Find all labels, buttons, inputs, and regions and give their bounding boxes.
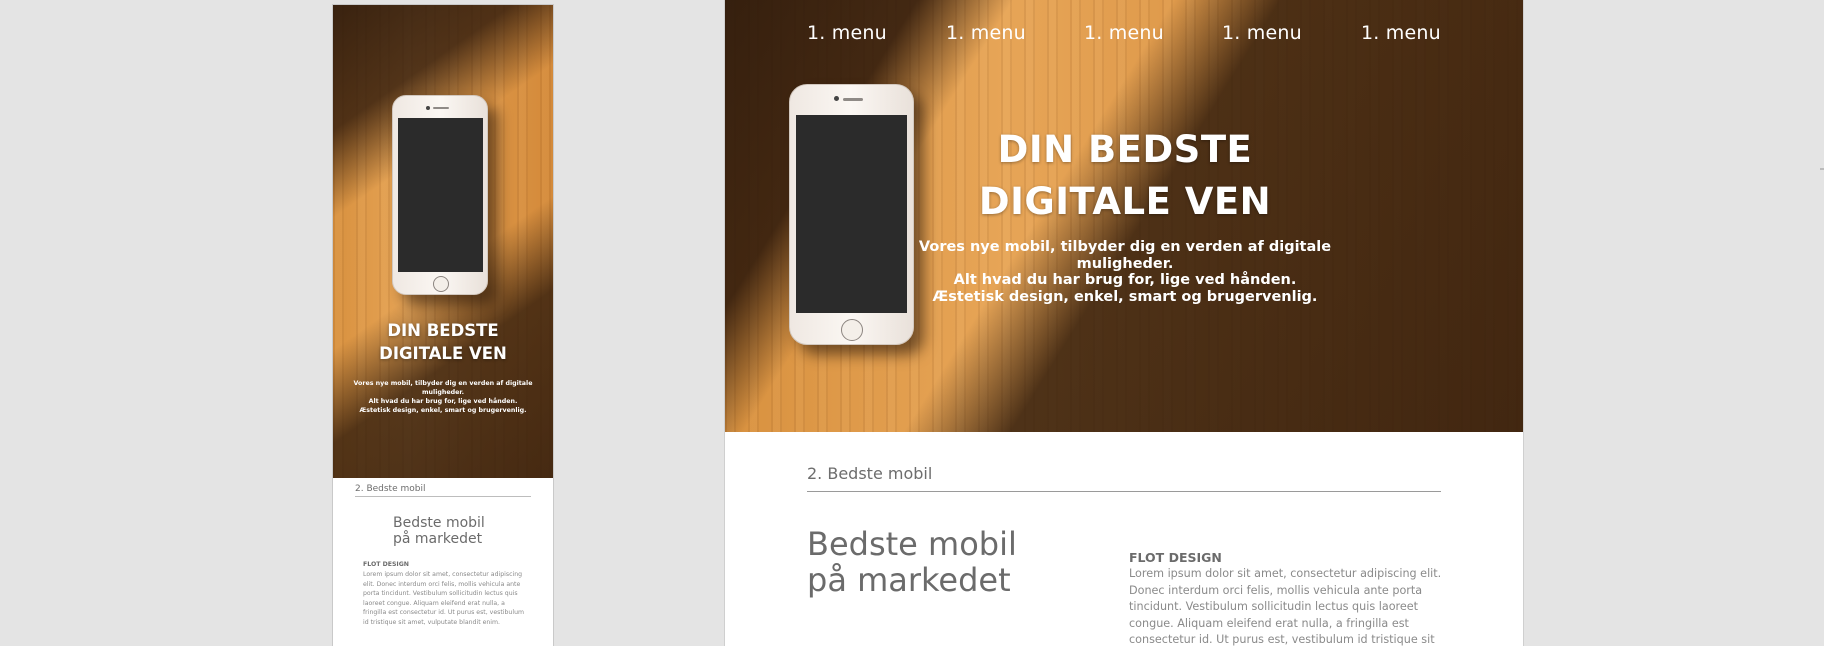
mobile-section-label: 2. Bedste mobil — [355, 484, 426, 494]
desktop-hero: 1. menu 1. menu 1. menu 1. menu 1. menu … — [725, 0, 1523, 432]
mobile-divider — [355, 496, 531, 497]
desktop-section-label: 2. Bedste mobil — [807, 464, 933, 483]
desktop-hero-subtitle: Vores nye mobil, tilbyder dig en verden … — [918, 239, 1332, 305]
phone-image — [789, 84, 914, 345]
nav-item-1[interactable]: 1. menu — [807, 22, 887, 44]
nav-item-4[interactable]: 1. menu — [1222, 22, 1302, 44]
desktop-divider — [807, 491, 1441, 492]
mobile-section-title: Bedste mobil på markedet — [393, 515, 485, 547]
desktop-artboard: 1. menu 1. menu 1. menu 1. menu 1. menu … — [725, 0, 1523, 646]
desktop-hero-title: DIN BEDSTE DIGITALE VEN — [978, 128, 1272, 223]
mobile-feature-body: Lorem ipsum dolor sit amet, consectetur … — [363, 571, 525, 626]
phone-image — [392, 95, 488, 295]
desktop-feature-body: Lorem ipsum dolor sit amet, consectetur … — [1129, 567, 1442, 646]
mobile-artboard: DIN BEDSTE DIGITALE VEN Vores nye mobil,… — [333, 5, 553, 646]
mobile-feature-heading: FLOT DESIGN — [363, 561, 409, 568]
desktop-section-title: Bedste mobil på markedet — [807, 525, 1017, 599]
mobile-hero: DIN BEDSTE DIGITALE VEN Vores nye mobil,… — [333, 5, 553, 478]
nav-item-5[interactable]: 1. menu — [1361, 22, 1441, 44]
nav-item-3[interactable]: 1. menu — [1084, 22, 1164, 44]
canvas-edge-marker — [1820, 168, 1824, 170]
mobile-hero-title: DIN BEDSTE DIGITALE VEN — [379, 321, 507, 363]
mobile-hero-subtitle: Vores nye mobil, tilbyder dig en verden … — [353, 380, 533, 414]
desktop-feature-heading: FLOT DESIGN — [1129, 550, 1222, 565]
nav-item-2[interactable]: 1. menu — [946, 22, 1026, 44]
